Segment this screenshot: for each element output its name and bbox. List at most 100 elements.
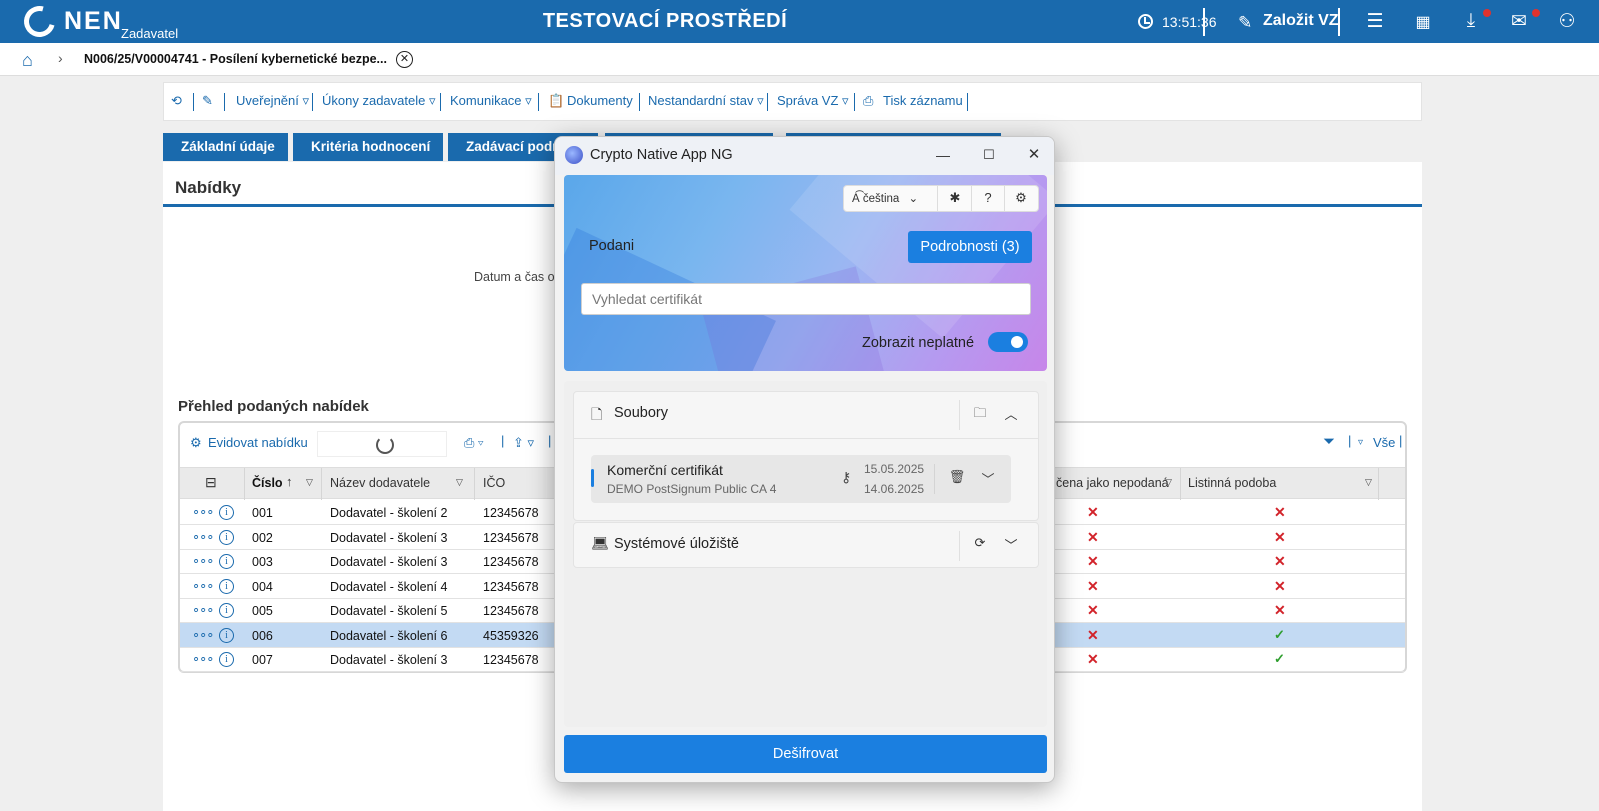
decrypt-button[interactable]: Dešifrovat <box>564 735 1047 773</box>
language-label: čeština <box>862 193 900 205</box>
bug-icon[interactable]: ✱ <box>942 190 968 206</box>
user-icon[interactable]: ⚇ <box>1555 10 1579 33</box>
nonstandard-state-menu[interactable]: Nestandardní stav ▿ <box>648 93 764 109</box>
chevron-up-icon[interactable]: ︿ <box>999 404 1023 423</box>
mail-icon[interactable]: ✉ <box>1507 10 1531 33</box>
toolbar-divider <box>854 93 855 111</box>
edit-icon[interactable]: ✎ <box>202 93 213 109</box>
certificate-name: Komerční certifikát <box>607 462 723 478</box>
print-icon[interactable]: ⎙ ▿ <box>464 435 483 451</box>
info-icon[interactable]: i <box>219 652 234 667</box>
refresh-icon[interactable]: ⟳ <box>968 535 992 551</box>
info-icon[interactable]: i <box>219 627 234 643</box>
download-icon[interactable]: ⤓ <box>1459 10 1483 32</box>
menu-icon[interactable]: ☰ <box>1363 10 1387 33</box>
chevron-down-icon[interactable]: ﹀ <box>999 535 1023 554</box>
sort-ascending-icon[interactable]: ↑ <box>286 474 293 489</box>
details-button[interactable]: Podrobnosti (3) <box>908 231 1032 263</box>
chevron-down-icon[interactable]: ﹀ <box>977 469 999 488</box>
help-icon[interactable]: ? <box>975 190 1001 205</box>
close-icon[interactable]: ✕ <box>1019 143 1049 167</box>
language-select[interactable]: A͡ čeština ⌄ <box>852 191 918 205</box>
tab-evaluation-criteria[interactable]: Kritéria hodnocení <box>293 133 443 161</box>
info-icon[interactable]: i <box>219 578 234 594</box>
files-section-title[interactable]: Soubory <box>614 405 668 421</box>
cell-supplier: Dodavatel - školení 6 <box>330 628 448 643</box>
chevron-right-icon: › <box>58 50 63 66</box>
view-all-select[interactable]: Vše <box>1373 435 1395 450</box>
more-options-icon[interactable]: ∘∘∘ <box>192 602 214 618</box>
print-icon[interactable]: ⎙ <box>863 93 873 109</box>
documents-link[interactable]: Dokumenty <box>567 93 633 108</box>
column-header-not-submitted[interactable]: čena jako nepodaná <box>1056 476 1169 490</box>
more-options-icon[interactable]: ∘∘∘ <box>192 504 214 520</box>
create-vz-button[interactable]: Založit VZ <box>1263 12 1339 30</box>
minimize-icon[interactable]: — <box>928 143 958 167</box>
action-toolbar: ⟲ ✎ Uveřejnění ▿ Úkony zadavatele ▿ Komu… <box>163 82 1422 121</box>
more-options-icon[interactable]: ∘∘∘ <box>192 553 214 569</box>
filter-icon[interactable]: ⏷ <box>1323 433 1335 450</box>
delete-icon[interactable]: 🗑 <box>946 469 968 485</box>
system-store-title[interactable]: Systémové úložiště <box>614 536 739 552</box>
documents-icon[interactable]: 📋 <box>548 93 564 109</box>
column-filter-icon[interactable]: ▽ <box>1365 477 1372 488</box>
show-invalid-toggle[interactable] <box>988 332 1028 352</box>
calendar-icon[interactable]: ▦ <box>1411 12 1435 32</box>
section-divider <box>959 531 960 561</box>
info-icon[interactable]: i <box>219 603 234 618</box>
cross-icon: ✕ <box>1087 577 1099 594</box>
more-options-icon[interactable]: ∘∘∘ <box>192 627 214 643</box>
home-icon[interactable]: ⌂ <box>22 50 33 71</box>
close-icon[interactable]: ✕ <box>396 51 413 68</box>
column-filter-icon[interactable]: ▽ <box>456 477 463 488</box>
cell-ico: 12345678 <box>483 506 539 520</box>
certificate-item[interactable]: Komerční certifikát DEMO PostSignum Publ… <box>591 455 1011 503</box>
cross-icon: ✕ <box>1087 528 1099 545</box>
cell-number: 001 <box>252 506 273 520</box>
register-offer-button[interactable]: Evidovat nabídku <box>208 435 308 450</box>
column-header-ico[interactable]: IČO <box>483 476 505 490</box>
column-filter-icon[interactable]: ▽ <box>1165 477 1172 488</box>
session-time: 13:51:36 <box>1162 14 1217 30</box>
info-icon[interactable]: i <box>219 554 234 569</box>
notification-dot <box>1532 9 1540 17</box>
more-options-icon[interactable]: ∘∘∘ <box>192 651 214 667</box>
communication-menu[interactable]: Komunikace ▿ <box>450 93 532 109</box>
toolbar-divider <box>937 186 938 211</box>
cell-number: 003 <box>252 555 273 569</box>
vz-management-menu[interactable]: Správa VZ ▿ <box>777 93 849 109</box>
system-store-section: 💻︎ Systémové úložiště ⟳ ﹀ <box>573 522 1039 568</box>
column-divider <box>1180 468 1181 500</box>
column-header-number[interactable]: Číslo <box>252 476 283 490</box>
maximize-icon[interactable]: ☐ <box>974 143 1004 167</box>
breadcrumb-current[interactable]: N006/25/V00004741 - Posílení kybernetick… <box>84 52 387 66</box>
info-icon[interactable]: i <box>219 505 234 520</box>
cell-supplier: Dodavatel - školení 3 <box>330 555 448 569</box>
check-icon: ✓ <box>1274 626 1285 642</box>
settings-icon[interactable]: ⚙ <box>1008 190 1034 206</box>
folder-open-icon[interactable]: 🗀 <box>968 404 992 426</box>
contracting-actions-menu[interactable]: Úkony zadavatele ▿ <box>322 93 435 109</box>
header-divider <box>1338 8 1340 36</box>
column-header-supplier[interactable]: Název dodavatele <box>330 476 430 490</box>
print-record-link[interactable]: Tisk záznamu <box>883 93 963 108</box>
more-options-icon[interactable]: ∘∘∘ <box>192 529 214 545</box>
column-settings-icon[interactable]: ⊟ <box>205 474 217 491</box>
edit-icon[interactable]: ✎ <box>1238 13 1252 33</box>
refresh-icon[interactable]: ⟲ <box>171 93 182 109</box>
toolbar-divider <box>639 93 640 111</box>
page-title: Nabídky <box>175 178 242 197</box>
cross-icon: ✕ <box>1087 553 1099 569</box>
certificate-search-input[interactable]: Vyhledat certifikát <box>581 283 1031 315</box>
more-options-icon[interactable]: ∘∘∘ <box>192 578 214 594</box>
cell-ico: 12345678 <box>483 555 539 569</box>
column-divider <box>321 468 322 500</box>
view-dropdown-icon[interactable]: ▿ <box>1358 437 1363 448</box>
info-icon[interactable]: i <box>219 529 234 545</box>
column-header-paper-form[interactable]: Listinná podoba <box>1188 476 1276 490</box>
register-offer-icon[interactable]: ⚙ <box>190 435 202 451</box>
export-icon[interactable]: ⇪ ▿ <box>513 435 534 451</box>
publish-menu[interactable]: Uveřejnění ▿ <box>236 93 309 109</box>
column-filter-icon[interactable]: ▽ <box>306 477 313 488</box>
tab-basic-info[interactable]: Základní údaje <box>163 133 288 161</box>
